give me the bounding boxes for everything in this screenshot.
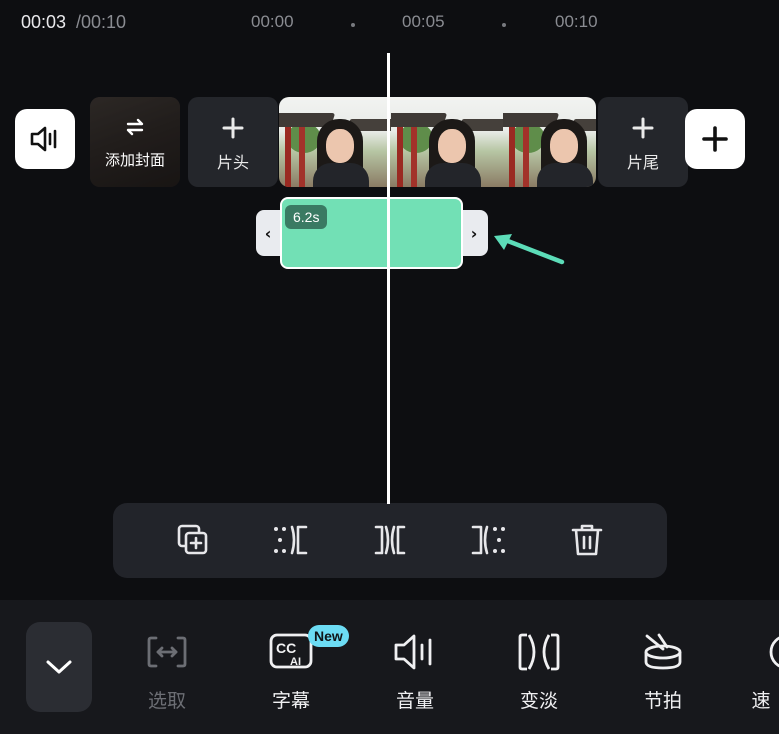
volume-icon	[393, 630, 437, 674]
annotation-arrow	[494, 234, 565, 265]
add-intro-button[interactable]: 片头	[188, 97, 278, 187]
tool-label: 音量	[395, 690, 434, 712]
new-badge: New	[308, 625, 349, 647]
cover-label: 添加封面	[104, 151, 165, 169]
caption-ai-icon: CC AI	[269, 630, 313, 674]
tick-label: 00:10	[555, 12, 598, 31]
cover-overlay	[90, 97, 180, 187]
svg-text:CC: CC	[276, 640, 296, 656]
add-cover-button[interactable]: 添加封面	[90, 97, 180, 187]
add-outro-button[interactable]: 片尾	[598, 97, 688, 187]
swap-icon	[123, 115, 147, 139]
clip-trim-right-handle[interactable]: ›	[462, 210, 486, 256]
tick-label: 00:05	[402, 12, 445, 31]
tool-select[interactable]: 选取	[131, 630, 203, 720]
add-media-button[interactable]	[685, 109, 745, 169]
tool-label: 选取	[147, 690, 186, 712]
time-ruler: 00:03 /00:10 00:00 00:05 00:10	[0, 12, 779, 36]
playhead[interactable]	[387, 53, 390, 504]
tool-label: 速	[751, 690, 771, 712]
tick-label: 00:00	[251, 12, 294, 31]
plus-icon	[222, 117, 244, 139]
total-time: /00:10	[76, 12, 127, 32]
current-time: 00:03	[21, 12, 67, 32]
tool-beat[interactable]: 节拍	[627, 630, 699, 720]
volume-icon	[30, 126, 57, 152]
clip-trim-left-handle[interactable]: ‹	[256, 210, 280, 256]
video-thumbnail	[279, 97, 391, 187]
tool-label: 节拍	[643, 690, 682, 712]
tool-label: 变淡	[519, 690, 558, 712]
copy-icon[interactable]	[173, 518, 213, 562]
tool-speed[interactable]: 速	[751, 630, 779, 720]
video-thumbnail	[503, 97, 596, 187]
select-icon	[145, 630, 189, 674]
intro-label: 片头	[216, 153, 249, 172]
beat-icon	[641, 630, 685, 674]
svg-text:AI: AI	[290, 656, 301, 668]
plus-icon	[702, 126, 728, 152]
speed-icon	[765, 630, 779, 674]
collapse-button[interactable]	[26, 622, 92, 712]
fade-icon	[517, 630, 561, 674]
clip-duration-badge: 6.2s	[285, 205, 328, 229]
outro-label: 片尾	[626, 153, 659, 172]
plus-icon	[632, 117, 654, 139]
split-right-icon[interactable]	[468, 518, 508, 562]
video-track[interactable]	[279, 97, 596, 187]
chevron-down-icon	[46, 660, 72, 674]
tick-dot	[351, 23, 355, 27]
split-left-icon[interactable]	[271, 518, 311, 562]
tick-dot	[502, 23, 506, 27]
track-volume-button[interactable]	[15, 109, 75, 169]
split-icon[interactable]	[370, 518, 410, 562]
video-thumbnail	[391, 97, 503, 187]
tool-volume[interactable]: 音量	[379, 630, 451, 720]
delete-icon[interactable]	[567, 518, 607, 562]
tool-label: 字幕	[271, 690, 310, 712]
tool-fade[interactable]: 变淡	[503, 630, 575, 720]
